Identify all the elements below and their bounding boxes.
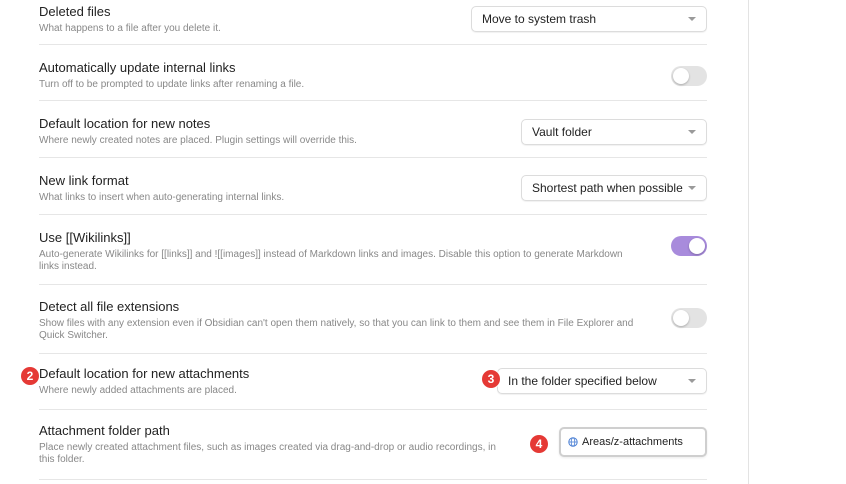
- chevron-down-icon: [688, 186, 696, 190]
- annotation-badge-2: 2: [21, 367, 39, 385]
- setting-name: Attachment folder path: [39, 423, 170, 438]
- attachments-location-dropdown[interactable]: In the folder specified below: [497, 368, 707, 394]
- new-notes-location-dropdown[interactable]: Vault folder: [521, 119, 707, 145]
- settings-panel: Deleted files What happens to a file aft…: [0, 0, 748, 484]
- chevron-down-icon: [688, 17, 696, 21]
- auto-update-links-toggle[interactable]: [671, 66, 707, 86]
- chevron-down-icon: [688, 130, 696, 134]
- setting-auto-update-links: Automatically update internal links Turn…: [39, 45, 707, 101]
- panel-divider: [748, 0, 749, 484]
- setting-info: Detect all file extensions Show files wi…: [39, 299, 639, 342]
- setting-deleted-files: Deleted files What happens to a file aft…: [39, 0, 707, 45]
- folder-path-value: Areas/z-attachments: [582, 436, 683, 448]
- detect-file-extensions-toggle[interactable]: [671, 308, 707, 328]
- setting-attachments-location: Default location for new attachments Whe…: [39, 354, 707, 410]
- setting-description: Show files with any extension even if Ob…: [39, 318, 634, 341]
- use-wikilinks-toggle[interactable]: [671, 236, 707, 256]
- setting-new-link-format: New link format What links to insert whe…: [39, 158, 707, 215]
- toggle-knob: [689, 238, 705, 254]
- annotation-badge-4: 4: [530, 435, 548, 453]
- toggle-knob: [673, 310, 689, 326]
- setting-info: Attachment folder path Place newly creat…: [39, 423, 639, 466]
- dropdown-value: Move to system trash: [482, 12, 597, 26]
- globe-icon: [568, 437, 578, 447]
- dropdown-value: Shortest path when possible: [532, 181, 683, 195]
- chevron-down-icon: [688, 379, 696, 383]
- setting-name: Automatically update internal links: [39, 60, 236, 75]
- setting-info: Automatically update internal links Turn…: [39, 60, 639, 91]
- toggle-knob: [673, 68, 689, 84]
- setting-description: Place newly created attachment files, su…: [39, 442, 496, 465]
- settings-list: Deleted files What happens to a file aft…: [39, 0, 707, 480]
- new-link-format-dropdown[interactable]: Shortest path when possible: [521, 175, 707, 201]
- annotation-badge-3: 3: [482, 370, 500, 388]
- dropdown-value: In the folder specified below: [508, 374, 657, 388]
- setting-detect-file-extensions: Detect all file extensions Show files wi…: [39, 285, 707, 354]
- attachment-folder-button[interactable]: Areas/z-attachments: [559, 427, 707, 457]
- setting-name: Detect all file extensions: [39, 299, 180, 314]
- setting-description: Auto-generate Wikilinks for [[links]] an…: [39, 249, 623, 272]
- deleted-files-dropdown[interactable]: Move to system trash: [471, 6, 707, 32]
- setting-use-wikilinks: Use [[Wikilinks]] Auto-generate Wikilink…: [39, 215, 707, 285]
- setting-attachment-folder-path: Attachment folder path Place newly creat…: [39, 410, 707, 480]
- setting-new-notes-location: Default location for new notes Where new…: [39, 101, 707, 158]
- setting-info: Use [[Wikilinks]] Auto-generate Wikilink…: [39, 230, 639, 273]
- dropdown-value: Vault folder: [532, 125, 592, 139]
- setting-description: Turn off to be prompted to update links …: [39, 79, 305, 90]
- setting-name: Use [[Wikilinks]]: [39, 230, 131, 245]
